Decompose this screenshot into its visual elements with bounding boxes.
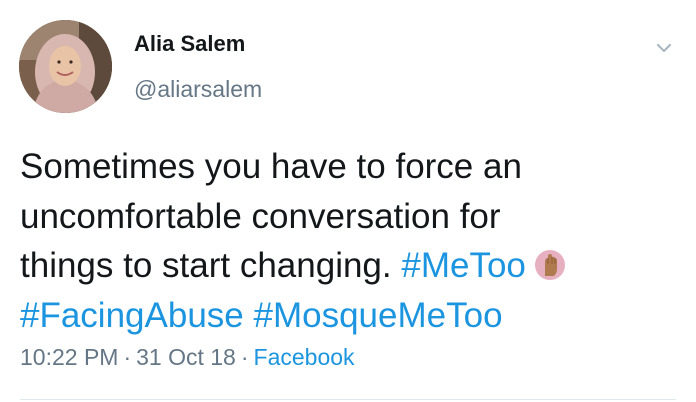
tweet-text-line: things to start changing. #MeToo xyxy=(20,241,670,291)
tweet-text-line: #FacingAbuse #MosqueMeToo xyxy=(20,291,670,341)
tweet-text: Sometimes you have to force an uncomfort… xyxy=(20,142,670,340)
user-handle[interactable]: @aliarsalem xyxy=(134,76,262,104)
hashtag-link[interactable]: #FacingAbuse xyxy=(20,296,244,335)
tweet-text-segment: things to start changing. xyxy=(20,246,392,285)
avatar-photo xyxy=(19,20,112,113)
tweet-time[interactable]: 10:22 PM xyxy=(20,344,118,370)
hashtag-link[interactable]: #MosqueMeToo xyxy=(254,296,503,335)
tweet-text-line: Sometimes you have to force an xyxy=(20,147,522,186)
raised-fist-emoji-icon xyxy=(534,245,566,280)
tweet-card: Alia Salem @aliarsalem Sometimes you hav… xyxy=(0,0,696,402)
display-name[interactable]: Alia Salem xyxy=(134,31,245,57)
separator: · xyxy=(240,344,249,370)
divider xyxy=(20,399,676,400)
avatar[interactable] xyxy=(19,20,112,113)
chevron-down-icon[interactable] xyxy=(652,36,676,60)
tweet-meta: 10:22 PM · 31 Oct 18 · Facebook xyxy=(20,344,355,372)
separator: · xyxy=(123,344,132,370)
source-link[interactable]: Facebook xyxy=(254,344,355,370)
hashtag-link[interactable]: #MeToo xyxy=(401,246,526,285)
tweet-text-line: uncomfortable conversation for xyxy=(20,196,501,236)
tweet-date[interactable]: 31 Oct 18 xyxy=(136,344,236,370)
